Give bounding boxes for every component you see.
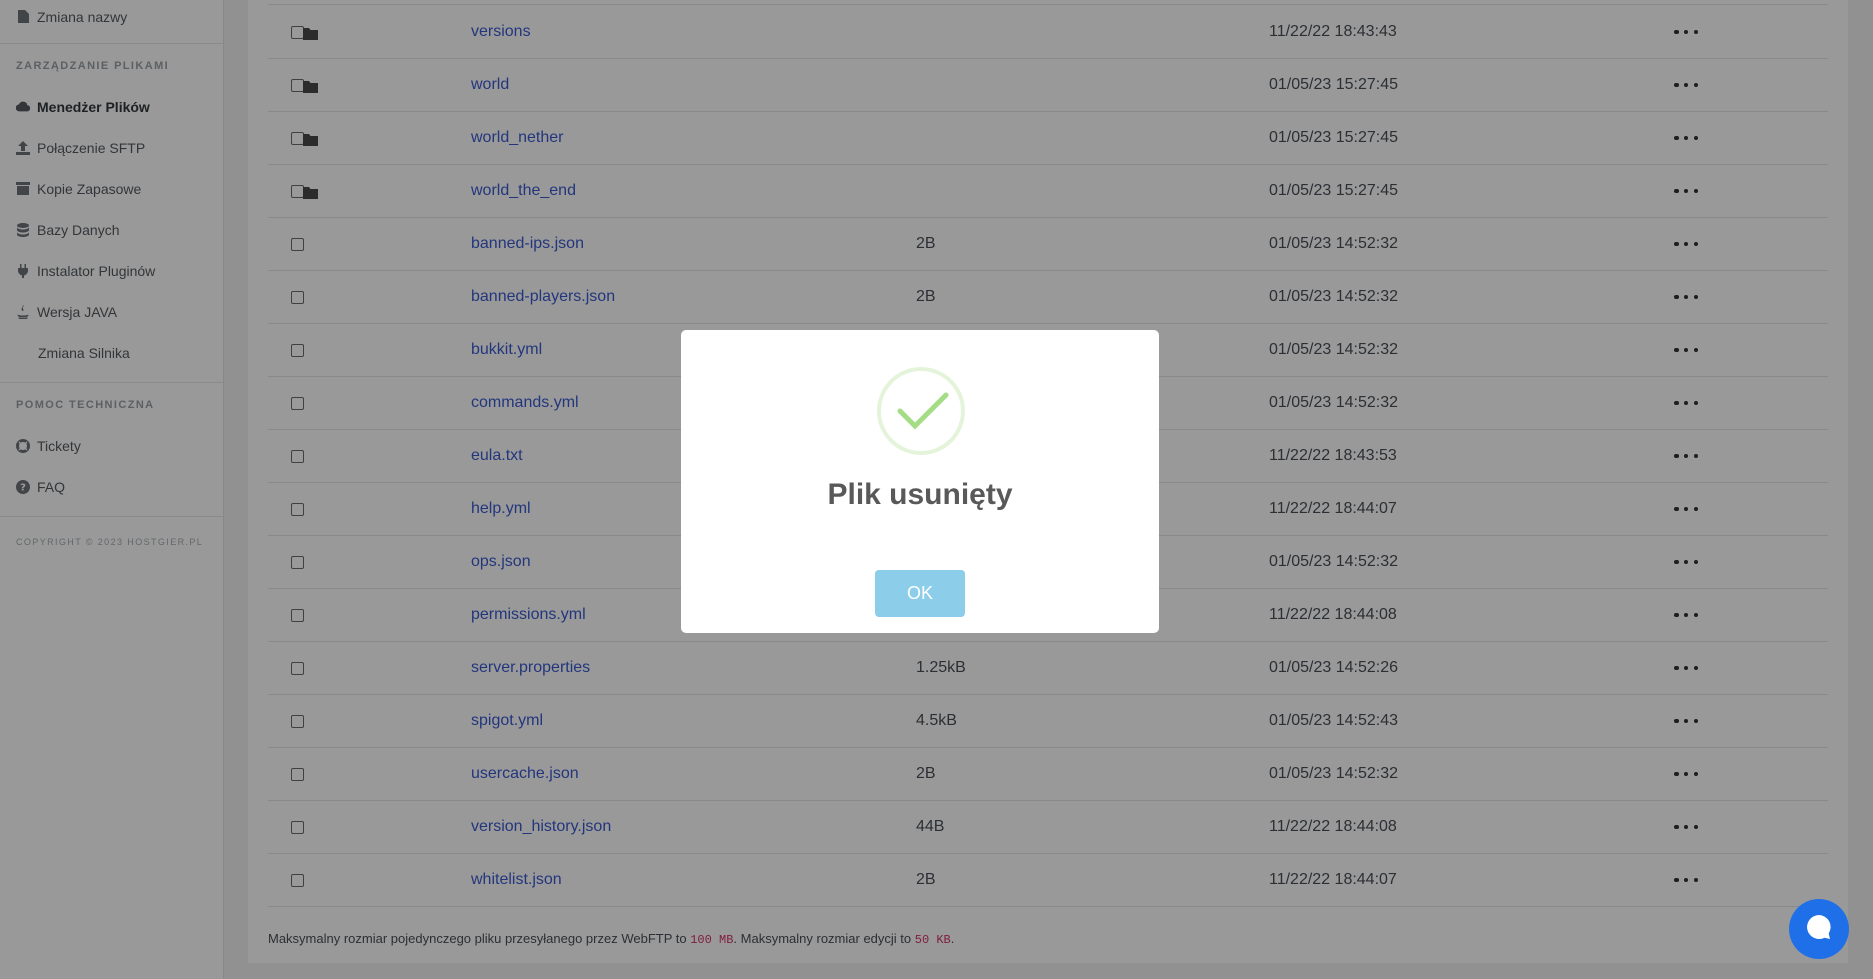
dialog-title: Plik usunięty xyxy=(827,478,1013,511)
success-check-icon xyxy=(877,367,965,455)
success-dialog: Plik usunięty OK xyxy=(681,330,1159,633)
checkmark xyxy=(897,392,949,430)
chat-widget-button[interactable] xyxy=(1789,899,1849,959)
chat-bubble-icon xyxy=(1804,912,1834,947)
ok-button[interactable]: OK xyxy=(875,570,965,617)
